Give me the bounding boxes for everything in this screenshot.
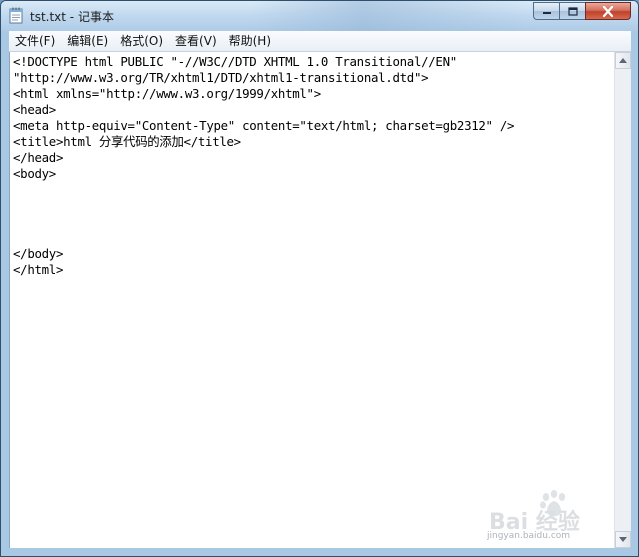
notepad-window: tst.txt - 记事本 文件(F) 编辑(E) 格式(O) 查看(V) 帮助… xyxy=(0,0,639,557)
menu-help[interactable]: 帮助(H) xyxy=(223,31,277,51)
window-title: tst.txt - 记事本 xyxy=(30,10,114,24)
code-line: <meta http-equiv="Content-Type" content=… xyxy=(13,118,515,133)
maximize-icon xyxy=(567,6,578,16)
menu-edit[interactable]: 编辑(E) xyxy=(61,31,114,51)
title-bar[interactable]: tst.txt - 记事本 xyxy=(1,1,638,31)
menu-format[interactable]: 格式(O) xyxy=(114,31,169,51)
menu-file[interactable]: 文件(F) xyxy=(9,31,61,51)
code-line: <!DOCTYPE html PUBLIC "-//W3C//DTD XHTML… xyxy=(13,54,457,69)
code-line: </body> xyxy=(13,246,64,261)
code-line: </head> xyxy=(13,150,64,165)
maximize-button[interactable] xyxy=(559,2,585,20)
arrow-up-icon xyxy=(619,58,627,63)
minimize-button[interactable] xyxy=(533,2,559,20)
code-line: <title>html 分享代码的添加</title> xyxy=(13,134,241,149)
notepad-icon[interactable] xyxy=(9,7,23,24)
close-icon xyxy=(602,5,614,17)
close-button[interactable] xyxy=(585,2,631,20)
text-editor[interactable]: <!DOCTYPE html PUBLIC "-//W3C//DTD XHTML… xyxy=(9,52,614,548)
minimize-icon xyxy=(542,12,551,14)
code-line: </html> xyxy=(13,262,64,277)
code-line: <head> xyxy=(13,102,56,117)
scroll-up-button[interactable] xyxy=(615,52,631,69)
editor-content[interactable]: <!DOCTYPE html PUBLIC "-//W3C//DTD XHTML… xyxy=(10,52,614,278)
code-line: <body> xyxy=(13,166,56,181)
title-bar-glow xyxy=(251,1,531,31)
window-bottom-frame xyxy=(1,548,638,556)
scroll-down-button[interactable] xyxy=(615,531,631,548)
menu-bar: 文件(F) 编辑(E) 格式(O) 查看(V) 帮助(H) xyxy=(9,31,631,52)
vertical-scrollbar[interactable] xyxy=(614,52,631,548)
arrow-down-icon xyxy=(619,537,627,542)
code-line: <html xmlns="http://www.w3.org/1999/xhtm… xyxy=(13,86,321,101)
watermark-url: jingyan.baidu.com xyxy=(487,531,571,541)
code-line: "http://www.w3.org/TR/xhtml1/DTD/xhtml1-… xyxy=(13,70,429,85)
menu-view[interactable]: 查看(V) xyxy=(169,31,223,51)
